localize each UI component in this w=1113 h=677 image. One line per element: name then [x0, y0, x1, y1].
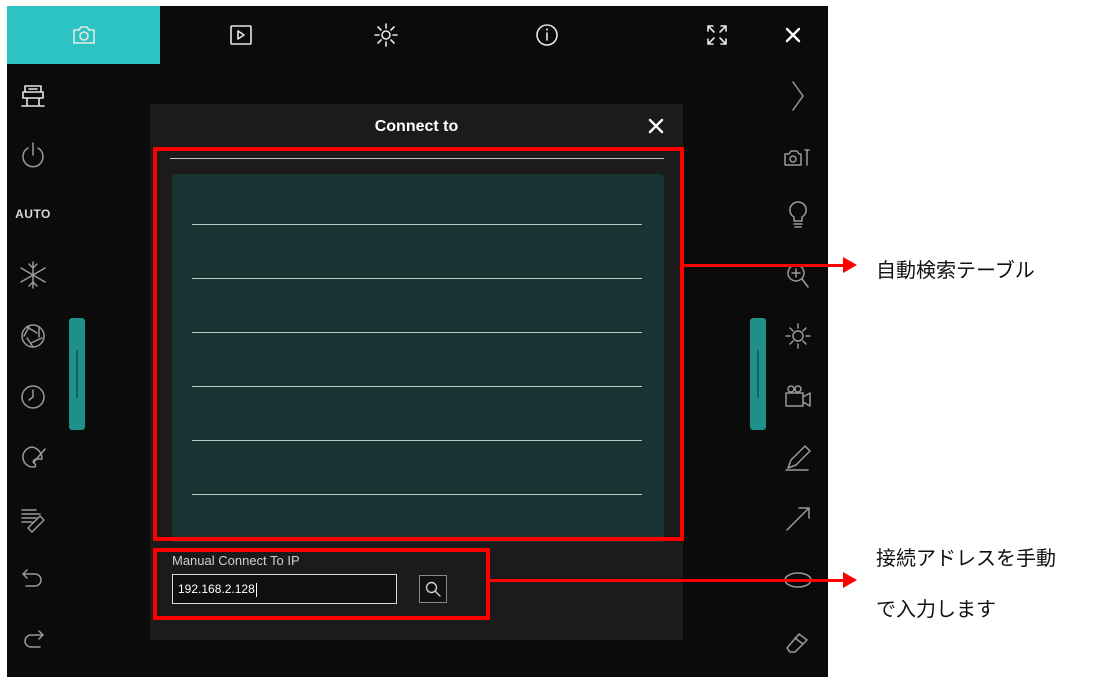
brightness-icon — [785, 323, 811, 349]
power-button[interactable] — [11, 133, 55, 177]
collapse-button[interactable] — [776, 74, 820, 118]
manual-callout-line — [490, 579, 846, 582]
top-toolbar — [7, 6, 828, 64]
timer-button[interactable] — [11, 375, 55, 419]
table-callout-text: 自動検索テーブル — [876, 258, 1035, 282]
manual-callout-arrowhead — [843, 572, 857, 588]
manual-ip-highlight-box — [153, 548, 490, 620]
eraser-pattern-icon — [21, 509, 45, 533]
fullscreen-button[interactable] — [697, 6, 737, 64]
palette-icon — [22, 446, 46, 468]
freeze-icon — [20, 261, 46, 289]
dialog-close-button[interactable] — [644, 114, 668, 138]
tab-info[interactable] — [522, 6, 572, 64]
auto-focus-button[interactable]: AUTO — [11, 192, 55, 236]
palette-button[interactable] — [11, 436, 55, 480]
pen-icon — [785, 445, 811, 471]
left-panel-handle[interactable] — [69, 318, 85, 430]
lamp-button[interactable] — [776, 192, 820, 236]
close-icon — [648, 118, 664, 134]
tab-settings[interactable] — [361, 6, 411, 64]
document-camera-icon — [21, 85, 45, 107]
redo-button[interactable] — [11, 619, 55, 663]
fullscreen-icon — [707, 25, 727, 45]
arrow-tool-icon — [786, 507, 810, 531]
eraser-button[interactable] — [776, 619, 820, 663]
power-icon — [22, 142, 44, 168]
timer-icon — [21, 385, 45, 409]
camera-icon — [72, 26, 95, 44]
aperture-button[interactable] — [11, 314, 55, 358]
play-icon — [230, 25, 252, 45]
app-close-button[interactable] — [773, 6, 813, 64]
auto-label: AUTO — [15, 207, 51, 221]
freeze-button[interactable] — [11, 253, 55, 297]
close-icon — [785, 27, 801, 43]
manual-callout-text-line2: で入力します — [876, 597, 996, 621]
arrow-tool-button[interactable] — [776, 497, 820, 541]
collapse-chevron-icon — [792, 81, 804, 111]
camera-settings-icon — [784, 149, 810, 166]
camera-settings-button[interactable] — [776, 136, 820, 180]
eraser-icon — [786, 633, 808, 653]
undo-button[interactable] — [11, 558, 55, 602]
info-icon — [536, 24, 558, 46]
dialog-title: Connect to — [374, 118, 459, 135]
brightness-button[interactable] — [776, 314, 820, 358]
redo-icon — [24, 630, 44, 648]
zoom-in-button[interactable] — [776, 254, 820, 298]
pen-button[interactable] — [776, 436, 820, 480]
aperture-icon — [21, 324, 45, 348]
table-callout-line — [684, 264, 846, 267]
lamp-icon — [789, 201, 807, 228]
manual-callout-text-line1: 接続アドレスを手動 — [876, 546, 1056, 570]
tab-playback[interactable] — [211, 6, 271, 64]
eraser-pattern-button[interactable] — [11, 497, 55, 541]
record-button[interactable] — [776, 376, 820, 420]
record-icon — [785, 385, 811, 407]
settings-icon — [374, 23, 398, 47]
table-callout-arrowhead — [843, 257, 857, 273]
tab-camera[interactable] — [7, 6, 160, 64]
right-panel-handle[interactable] — [750, 318, 766, 430]
table-highlight-box — [153, 147, 684, 541]
undo-icon — [22, 569, 42, 587]
document-camera-button[interactable] — [11, 74, 55, 118]
